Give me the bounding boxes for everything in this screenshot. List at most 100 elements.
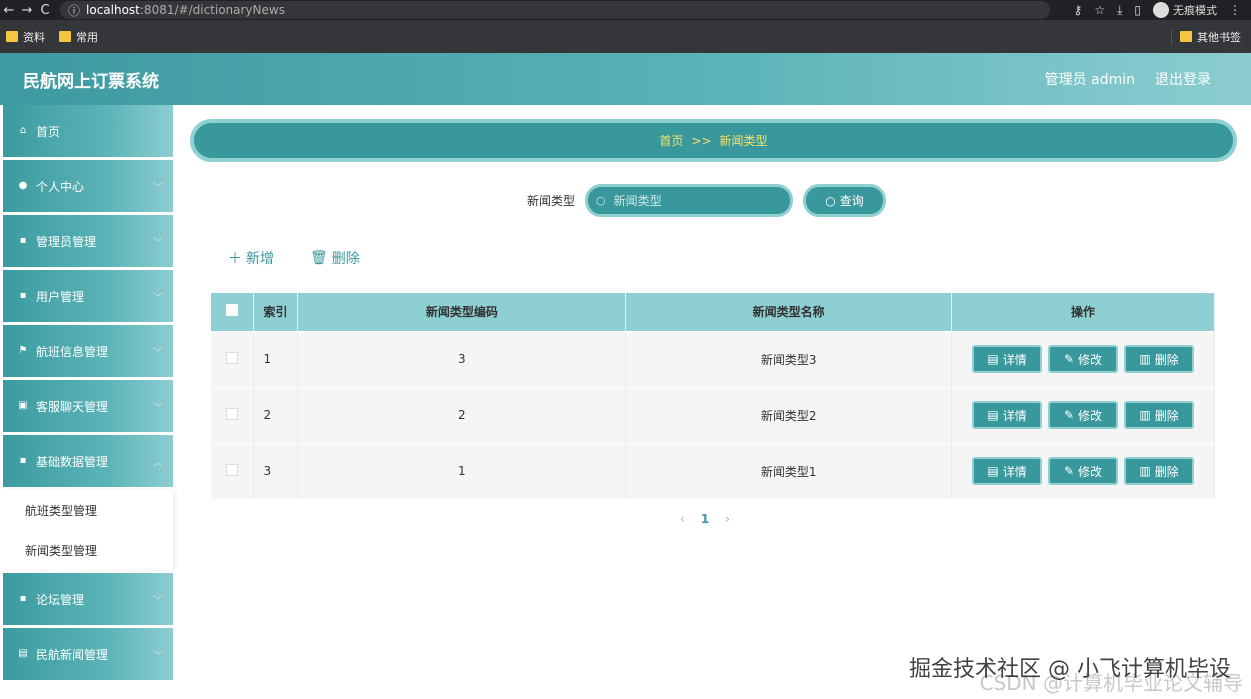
header-actions: 操作 [951,293,1215,331]
sidebar-item-personal[interactable]: ● 个人中心 ﹀ [3,160,173,212]
submenu-item-flight-types[interactable]: 航班类型管理 [3,490,173,530]
kebab-menu-icon[interactable]: ⋮ [1229,3,1241,17]
delete-label: 删除 [1154,352,1179,367]
clipboard-icon: ▣ [18,400,28,411]
row-checkbox[interactable] [226,463,239,476]
search-placeholder: 新闻类型 [613,194,662,208]
plus-icon: ＋ [228,251,242,267]
delete-button[interactable]: ▥ 删除 [1124,345,1195,373]
select-all-checkbox[interactable] [226,304,239,317]
sidebar-item-label: 客服聊天管理 [36,399,109,414]
submenu-item-news-types[interactable]: 新闻类型管理 [3,530,173,570]
download-icon[interactable]: ⤓ [1117,3,1122,18]
incognito-label: 无痕模式 [1173,4,1217,17]
search-button[interactable]: ○ 查询 [803,184,887,217]
breadcrumb-current: 新闻类型 [719,134,768,148]
chevron-down-icon: ﹀ [153,182,163,194]
sidebar-item-label: 个人中心 [36,179,85,194]
reload-icon[interactable]: C [36,3,54,18]
submenu-basic-data: 航班类型管理 新闻类型管理 [3,490,173,570]
search-icon: ○ [825,193,836,208]
cell-actions: ▤ 详情 ✎ 修改 ▥ 删除 [951,442,1215,499]
sidebar-item-flights[interactable]: ⚑ 航班信息管理 ﹀ [3,325,173,377]
edit-label: 修改 [1078,464,1103,479]
chevron-down-icon: ﹀ [153,402,163,414]
sidebar-item-chat[interactable]: ▣ 客服聊天管理 ﹀ [3,380,173,432]
detail-button[interactable]: ▤ 详情 [972,345,1043,373]
url-host: localhost [86,3,140,17]
cell-actions: ▤ 详情 ✎ 修改 ▥ 删除 [951,330,1215,387]
sidebar-item-label: 管理员管理 [36,234,97,249]
add-label: 新增 [246,251,274,267]
edit-button[interactable]: ✎ 修改 [1048,401,1119,429]
delete-button[interactable]: ▥ 删除 [1124,401,1195,429]
incognito-icon [1153,2,1169,18]
incognito-indicator[interactable]: 无痕模式 [1153,2,1217,18]
flag-icon: ⚑ [18,345,28,356]
folder-icon [6,31,18,42]
pencil-icon: ✎ [1063,352,1075,366]
document-icon: ▤ [987,408,999,422]
sidebar-item-label: 航班信息管理 [36,344,109,359]
detail-button[interactable]: ▤ 详情 [972,457,1043,486]
detail-label: 详情 [1002,464,1027,479]
pagination: ‹ 1 › [680,512,730,526]
sidebar-item-label: 首页 [36,124,61,139]
bulk-delete-button[interactable]: 🗑 删除 [310,248,360,268]
folder-icon [59,31,71,42]
watermark-juejin: 掘金技术社区 @ 小飞计算机毕设 [909,657,1231,682]
cell-index: 1 [253,330,299,387]
address-bar[interactable]: ⓘ localhost :8081/#/dictionaryNews [60,1,1050,19]
grid-icon: ▪ [19,235,27,246]
chevron-down-icon: ﹀ [153,650,163,662]
sidebar-item-users[interactable]: ▪ 用户管理 ﹀ [3,270,173,322]
logout-link[interactable]: 退出登录 [1155,69,1211,89]
key-icon[interactable]: ⚷ [1074,3,1083,17]
next-page-button[interactable]: › [725,512,730,526]
trash-icon: 🗑 [310,250,328,266]
sidebar-item-news[interactable]: ▤ 民航新闻管理 ﹀ [3,628,173,680]
grid-icon: ▪ [19,455,27,466]
sidebar-item-admins[interactable]: ▪ 管理员管理 ﹀ [3,215,173,267]
info-icon: ⓘ [68,3,81,18]
row-checkbox[interactable] [226,407,239,420]
prev-page-button[interactable]: ‹ [680,512,685,526]
sidebar-item-label: 用户管理 [36,289,85,304]
detail-button[interactable]: ▤ 详情 [972,401,1043,429]
url-path: :8081/#/dictionaryNews [139,3,285,17]
news-type-table: 索引 新闻类型编码 新闻类型名称 操作 1 3 新闻类型3 ▤ 详情 ✎ 修改 ▥ 删除 … [211,293,1215,499]
sidepanel-icon[interactable]: ▯ [1134,3,1141,17]
browser-toolbar: ← → C ⓘ localhost :8081/#/dictionaryNews… [0,0,1251,20]
star-icon[interactable]: ☆ [1094,3,1105,17]
page-number[interactable]: 1 [701,512,709,526]
detail-label: 详情 [1002,352,1027,367]
row-checkbox[interactable] [226,351,239,364]
bookmark-folder-资料[interactable]: 资料 [6,29,45,45]
search-icon: ○ [596,194,606,207]
edit-button[interactable]: ✎ 修改 [1048,457,1119,486]
table-row: 3 1 新闻类型1 ▤ 详情 ✎ 修改 ▥ 删除 [211,442,1215,499]
delete-button[interactable]: ▥ 删除 [1124,457,1195,486]
trash-icon: ▥ [1139,408,1151,422]
cell-index: 2 [253,386,299,443]
breadcrumb-home[interactable]: 首页 [659,132,683,149]
search-input[interactable]: ○ 新闻类型 [585,184,794,217]
other-bookmarks[interactable]: 其他书签 [1171,28,1241,45]
home-icon: ⌂ [19,125,27,136]
sidebar-item-basic-data[interactable]: ▪ 基础数据管理 ︿ [3,435,173,487]
sidebar-item-home[interactable]: ⌂ 首页 [3,105,173,157]
add-button[interactable]: ＋ 新增 [228,248,274,268]
row-checkbox-cell [211,386,255,443]
edit-button[interactable]: ✎ 修改 [1048,345,1119,373]
back-arrow-icon[interactable]: ← [0,3,18,18]
sidebar-item-forum[interactable]: ▪ 论坛管理 ﹀ [3,573,173,625]
sidebar-item-label: 民航新闻管理 [36,647,109,662]
current-user: 管理员 admin [1044,72,1135,88]
bookmark-folder-常用[interactable]: 常用 [59,29,98,45]
user-icon: ● [18,180,28,191]
header-code: 新闻类型编码 [297,293,627,331]
cell-code: 2 [297,386,627,443]
toolbar-actions: ＋ 新增 🗑 删除 [228,248,360,268]
bookmark-label: 常用 [76,30,98,44]
forward-arrow-icon[interactable]: → [18,3,36,18]
